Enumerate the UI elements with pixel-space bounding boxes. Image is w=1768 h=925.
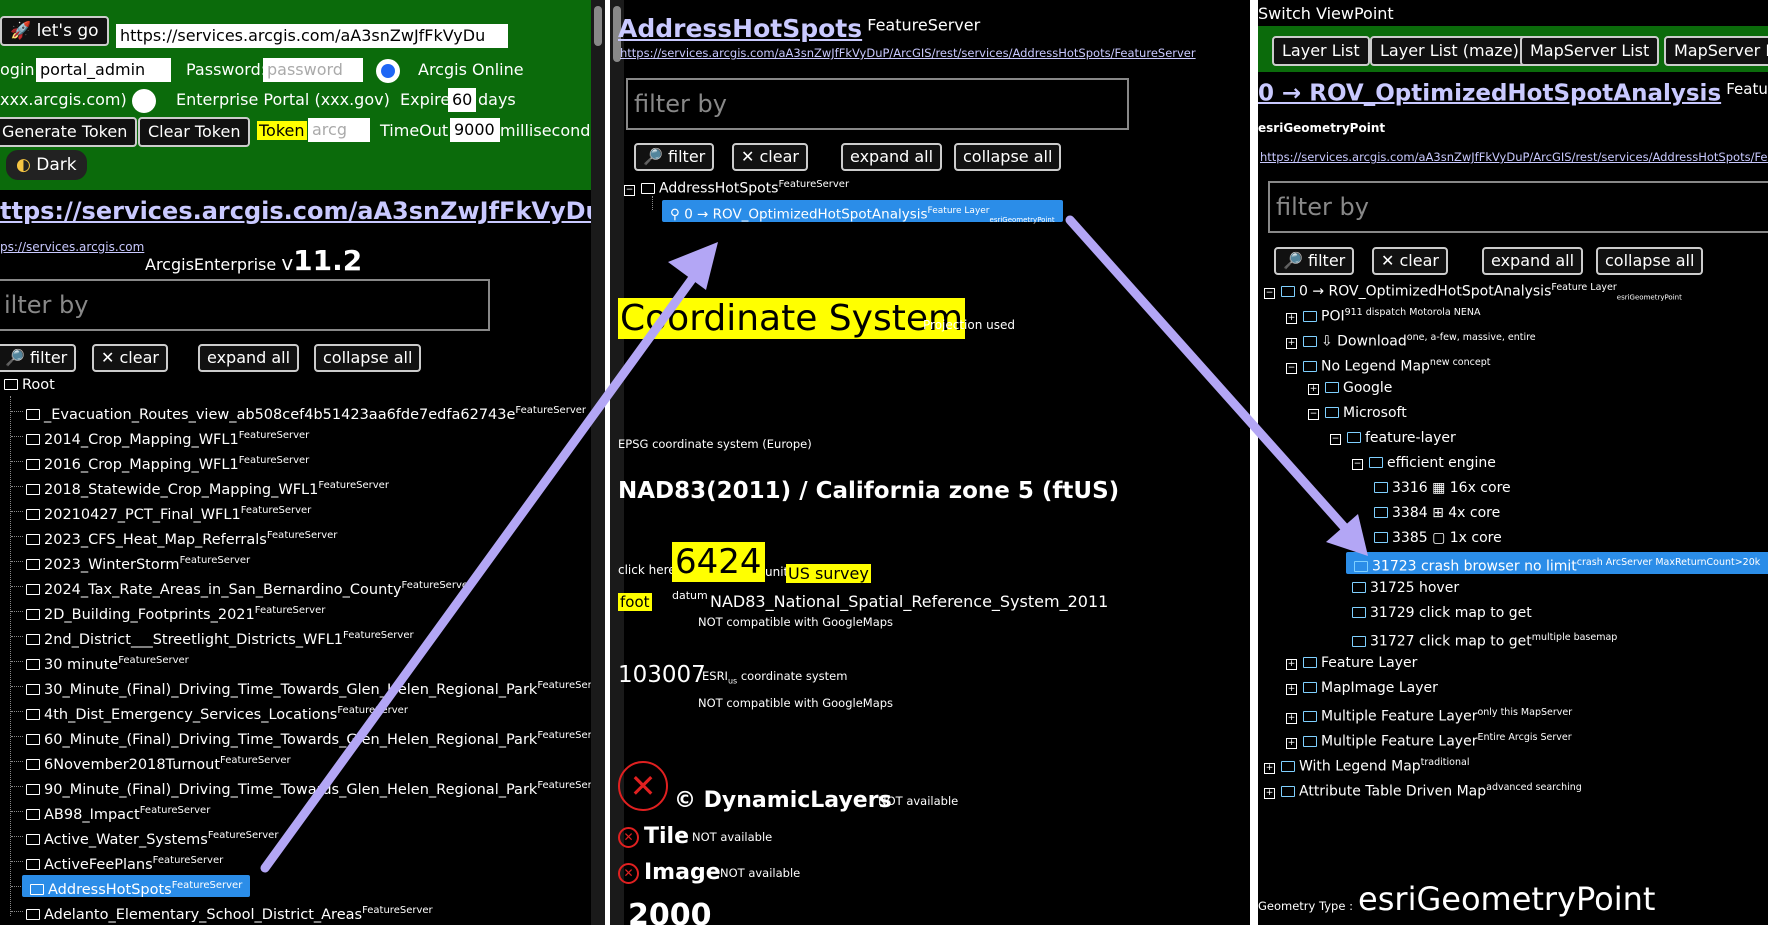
arrow-2 (1065, 215, 1350, 533)
annotation-arrows (260, 215, 1368, 873)
arrow-1 (260, 263, 705, 873)
